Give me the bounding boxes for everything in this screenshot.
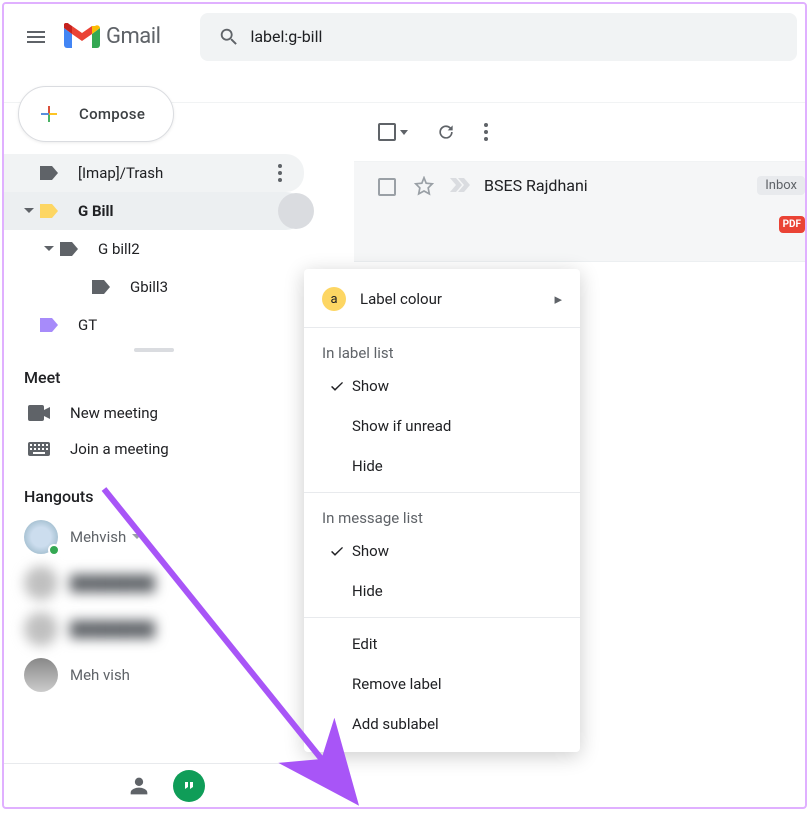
menu-edit[interactable]: Edit <box>304 624 580 664</box>
plus-icon <box>33 98 65 130</box>
search-input-value: label:g-bill <box>250 27 322 46</box>
menu-section-message-list: In message list <box>304 499 580 531</box>
star-icon <box>414 176 434 196</box>
header: Gmail label:g-bill <box>4 4 805 68</box>
more-actions-button[interactable] <box>484 123 488 141</box>
submenu-arrow-icon: ▸ <box>554 290 562 308</box>
caret-down-icon <box>24 206 34 216</box>
dropdown-caret-icon <box>400 130 408 135</box>
label-g-bill[interactable]: G Bill <box>4 192 304 230</box>
label-context-menu: a Label colour ▸ In label list Show Show… <box>304 269 580 752</box>
check-icon <box>322 378 352 394</box>
menu-show[interactable]: Show <box>304 366 580 406</box>
label-gbill3[interactable]: Gbill3 <box>4 268 304 306</box>
pdf-attachment-chip: PDF <box>779 216 805 233</box>
email-row[interactable]: BSES Rajdhani Inbox PDF <box>354 162 805 262</box>
main-menu-button[interactable] <box>12 13 60 61</box>
search-bar[interactable]: label:g-bill <box>200 13 797 61</box>
label-more-button-active[interactable] <box>278 193 314 229</box>
presence-dot <box>48 544 60 556</box>
meet-section-title: Meet <box>4 356 304 395</box>
avatar <box>24 520 58 554</box>
chevron-down-icon <box>132 532 142 542</box>
contact-mehvish[interactable]: Mehvish <box>4 514 304 560</box>
label-icon <box>90 280 112 294</box>
bottom-chat-bar <box>4 763 304 807</box>
compose-label: Compose <box>79 105 145 123</box>
star-button[interactable] <box>414 176 434 196</box>
email-checkbox[interactable] <box>378 178 396 196</box>
label-g-bill2[interactable]: G bill2 <box>4 230 304 268</box>
menu-hide-msg[interactable]: Hide <box>304 571 580 611</box>
camera-icon <box>28 405 56 421</box>
new-meeting[interactable]: New meeting <box>4 395 304 431</box>
label-icon <box>38 166 60 180</box>
gmail-wordmark: Gmail <box>106 24 160 49</box>
label-list: [Imap]/Trash G Bill G bill2 Gbill3 <box>4 154 304 344</box>
contact-meh-vish[interactable]: Meh vish <box>4 652 304 698</box>
importance-icon <box>450 178 470 192</box>
menu-remove-label[interactable]: Remove label <box>304 664 580 704</box>
label-more-button[interactable] <box>262 155 298 191</box>
menu-show-msg[interactable]: Show <box>304 531 580 571</box>
contacts-tab[interactable] <box>114 764 164 807</box>
label-icon <box>38 318 60 332</box>
hangouts-tab[interactable] <box>164 764 214 807</box>
avatar <box>24 658 58 692</box>
avatar <box>24 612 58 646</box>
message-toolbar <box>354 102 805 162</box>
refresh-button[interactable] <box>436 122 456 142</box>
select-all-checkbox[interactable] <box>378 123 408 141</box>
refresh-icon <box>436 122 456 142</box>
menu-show-if-unread[interactable]: Show if unread <box>304 406 580 446</box>
person-icon <box>129 776 149 796</box>
caret-right-icon <box>44 244 54 254</box>
compose-button[interactable]: Compose <box>18 86 174 142</box>
message-pane: BSES Rajdhani Inbox PDF <box>354 102 805 262</box>
menu-label-colour[interactable]: a Label colour ▸ <box>304 277 580 321</box>
gmail-m-icon <box>64 23 100 51</box>
search-icon <box>218 26 240 48</box>
label-icon <box>58 242 80 256</box>
inbox-tag: Inbox <box>757 176 805 195</box>
contact-blurred-2: ████████ <box>4 606 304 652</box>
hangouts-icon <box>173 770 205 802</box>
keyboard-icon <box>28 442 56 456</box>
contact-blurred-1: ████████ <box>4 560 304 606</box>
gmail-logo[interactable]: Gmail <box>64 23 160 51</box>
importance-marker[interactable] <box>450 178 470 192</box>
email-sender: BSES Rajdhani <box>484 176 588 195</box>
hangouts-section-title: Hangouts <box>4 475 304 514</box>
vertical-dots-icon <box>484 123 488 141</box>
avatar <box>24 566 58 600</box>
menu-add-sublabel[interactable]: Add sublabel <box>304 704 580 744</box>
menu-hide-label-list[interactable]: Hide <box>304 446 580 486</box>
check-icon <box>322 543 352 559</box>
join-meeting[interactable]: Join a meeting <box>4 431 304 467</box>
label-icon <box>38 204 60 218</box>
sidebar-drag-handle[interactable] <box>134 348 174 352</box>
colour-swatch: a <box>322 287 346 311</box>
menu-section-label-list: In label list <box>304 334 580 366</box>
hamburger-icon <box>24 25 48 49</box>
label-gt[interactable]: GT <box>4 306 304 344</box>
checkbox-icon <box>378 123 396 141</box>
label-imap-trash[interactable]: [Imap]/Trash <box>4 154 304 192</box>
sidebar: Compose [Imap]/Trash G Bill G bill2 <box>4 68 304 698</box>
